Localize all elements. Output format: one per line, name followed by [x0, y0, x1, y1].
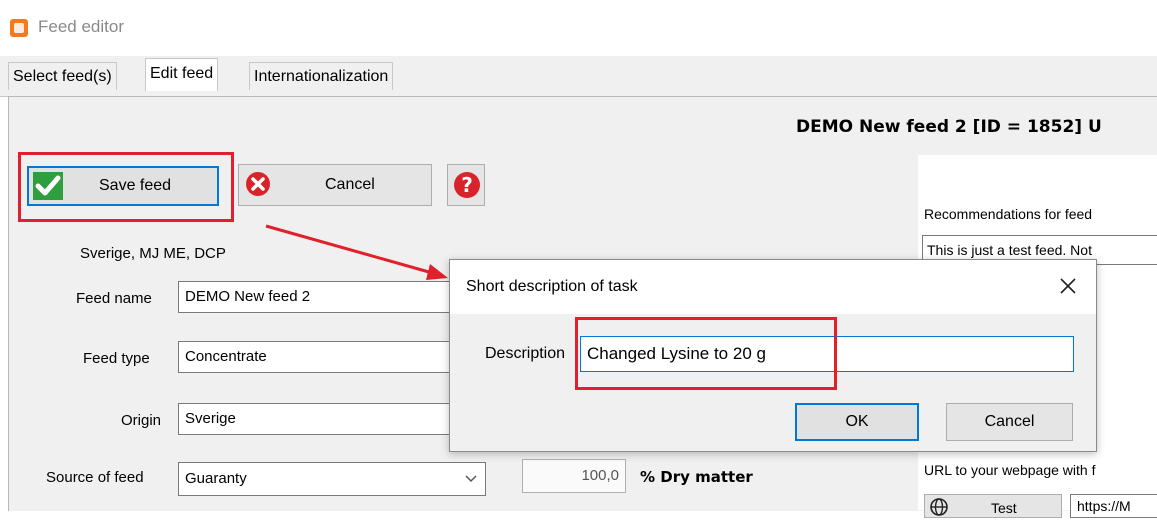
tab-internationalization[interactable]: Internationalization — [249, 62, 394, 90]
save-feed-label: Save feed — [99, 177, 172, 194]
cancel-x-icon — [245, 171, 271, 197]
highlight-description-box — [575, 317, 837, 390]
globe-icon — [929, 497, 949, 517]
tab-strip: Select feed(s) Edit feed Internationaliz… — [0, 56, 1157, 97]
help-button[interactable]: ? — [447, 164, 485, 206]
dialog-ok-button[interactable]: OK — [795, 403, 919, 441]
tab-edit-feed[interactable]: Edit feed — [145, 58, 219, 91]
feed-header: DEMO New feed 2 [ID = 1852] U — [796, 117, 1102, 137]
title-bar — [0, 0, 1157, 56]
origin-input[interactable]: Sverige — [178, 403, 450, 435]
source-of-feed-value: Guaranty — [185, 470, 247, 487]
dry-matter-label: % Dry matter — [640, 468, 753, 486]
recommendations-label: Recommendations for feed — [924, 206, 1093, 222]
feed-name-input[interactable]: DEMO New feed 2 — [178, 281, 450, 313]
checkmark-icon — [33, 172, 63, 200]
source-of-feed-select[interactable]: Guaranty — [178, 462, 486, 496]
cancel-label: Cancel — [325, 176, 375, 193]
test-url-button[interactable]: Test — [924, 494, 1062, 518]
description-label: Description — [485, 345, 566, 362]
dialog-close-button[interactable] — [1056, 274, 1080, 298]
window-title: Feed editor — [38, 17, 124, 36]
red-arrow-annotation — [265, 224, 448, 280]
svg-text:?: ? — [461, 173, 473, 197]
close-icon — [1056, 278, 1080, 302]
feed-type-label: Feed type — [83, 350, 150, 367]
source-of-feed-label: Source of feed — [46, 469, 144, 486]
dialog-cancel-button[interactable]: Cancel — [946, 403, 1073, 441]
dialog-title: Short description of task — [466, 278, 638, 295]
cancel-button[interactable]: Cancel — [238, 164, 432, 206]
origin-label: Origin — [121, 412, 162, 429]
tab-select-feeds[interactable]: Select feed(s) — [8, 62, 117, 90]
url-input[interactable]: https://M — [1070, 494, 1157, 518]
help-icon: ? — [453, 171, 481, 199]
save-feed-button[interactable]: Save feed — [27, 166, 219, 206]
dry-matter-input[interactable]: 100,0 — [522, 459, 626, 493]
region-label: Sverige, MJ ME, DCP — [80, 245, 226, 262]
feed-name-label: Feed name — [76, 290, 152, 307]
test-url-label: Test — [991, 500, 1017, 516]
feed-type-input[interactable]: Concentrate — [178, 341, 450, 373]
url-label: URL to your webpage with f — [924, 462, 1096, 478]
chevron-down-icon — [465, 463, 477, 495]
app-icon — [10, 19, 28, 37]
